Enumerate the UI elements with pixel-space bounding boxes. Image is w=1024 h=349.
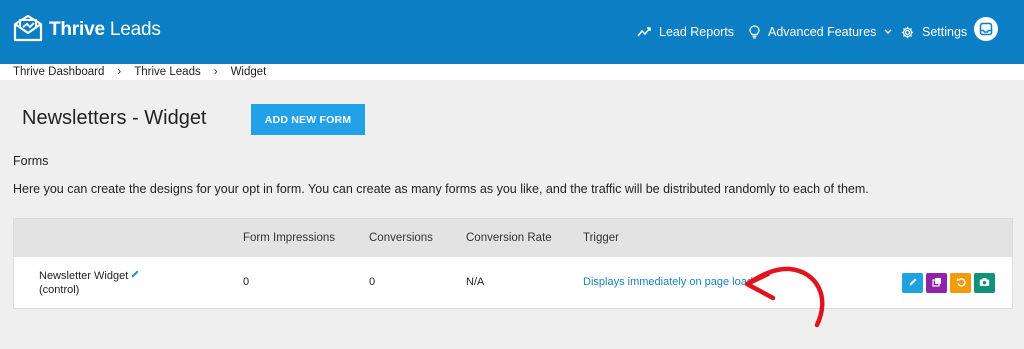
breadcrumb-widget: Widget — [230, 66, 267, 78]
trigger-link[interactable]: Displays immediately on page load — [583, 276, 753, 288]
column-header-conversion-rate: Conversion Rate — [466, 232, 552, 244]
copy-icon — [931, 277, 942, 290]
conversion-rate-value: N/A — [466, 276, 485, 288]
add-new-form-button[interactable]: ADD NEW FORM — [251, 104, 365, 135]
inbox-icon[interactable] — [974, 17, 998, 41]
breadcrumb-separator: › — [117, 66, 122, 78]
column-header-conversions: Conversions — [369, 232, 433, 244]
column-header-form-impressions: Form Impressions — [243, 232, 336, 244]
nav-advanced-features-label: Advanced Features — [768, 25, 877, 39]
gear-icon — [901, 26, 914, 39]
forms-description: Here you can create the designs for your… — [13, 182, 869, 196]
page-title: Newsletters - Widget — [22, 107, 207, 129]
column-header-trigger: Trigger — [583, 232, 619, 244]
breadcrumb: Thrive Dashboard › Thrive Leads › Widget — [0, 64, 1024, 80]
duplicate-form-button[interactable] — [926, 273, 947, 293]
lightbulb-icon — [749, 25, 760, 39]
table-row: Newsletter Widget (control) 0 0 N/A Disp… — [14, 257, 1012, 308]
nav-lead-reports[interactable]: Lead Reports — [637, 0, 734, 64]
snapshot-button[interactable] — [974, 273, 995, 293]
chevron-down-icon — [884, 29, 892, 35]
forms-section-label: Forms — [13, 154, 49, 168]
nav-settings[interactable]: Settings — [901, 0, 967, 64]
nav-lead-reports-label: Lead Reports — [659, 25, 735, 39]
trend-chart-icon — [637, 26, 651, 38]
undo-icon — [956, 277, 966, 290]
row-actions — [902, 273, 995, 293]
camera-icon — [979, 277, 990, 290]
form-name-cell: Newsletter Widget (control) — [39, 269, 140, 297]
impressions-value: 0 — [243, 276, 250, 288]
thrive-leads-logo[interactable]: Thrive Leads — [13, 14, 161, 47]
nav-advanced-features[interactable]: Advanced Features — [749, 0, 892, 64]
breadcrumb-thrive-leads[interactable]: Thrive Leads — [134, 66, 200, 78]
conversions-value: 0 — [369, 276, 376, 288]
logo-brand-bold: Thrive — [49, 19, 105, 40]
logo-text: Thrive Leads — [49, 19, 161, 41]
breadcrumb-thrive-dashboard[interactable]: Thrive Dashboard — [13, 66, 104, 78]
form-variant: (control) — [39, 284, 80, 296]
envelope-logo-icon — [13, 14, 43, 47]
pencil-icon — [908, 277, 918, 290]
logo-brand-rest: Leads — [104, 19, 161, 40]
form-name: Newsletter Widget — [39, 270, 129, 282]
forms-table: Form Impressions Conversions Conversion … — [13, 218, 1013, 309]
table-header: Form Impressions Conversions Conversion … — [14, 219, 1012, 257]
edit-form-button[interactable] — [902, 273, 923, 293]
breadcrumb-separator: › — [213, 66, 218, 78]
edit-name-pencil-icon[interactable] — [130, 269, 140, 283]
top-header: Thrive Leads Lead Reports Advanced Featu… — [0, 0, 1024, 64]
reset-statistics-button[interactable] — [950, 273, 971, 293]
nav-settings-label: Settings — [922, 25, 968, 39]
